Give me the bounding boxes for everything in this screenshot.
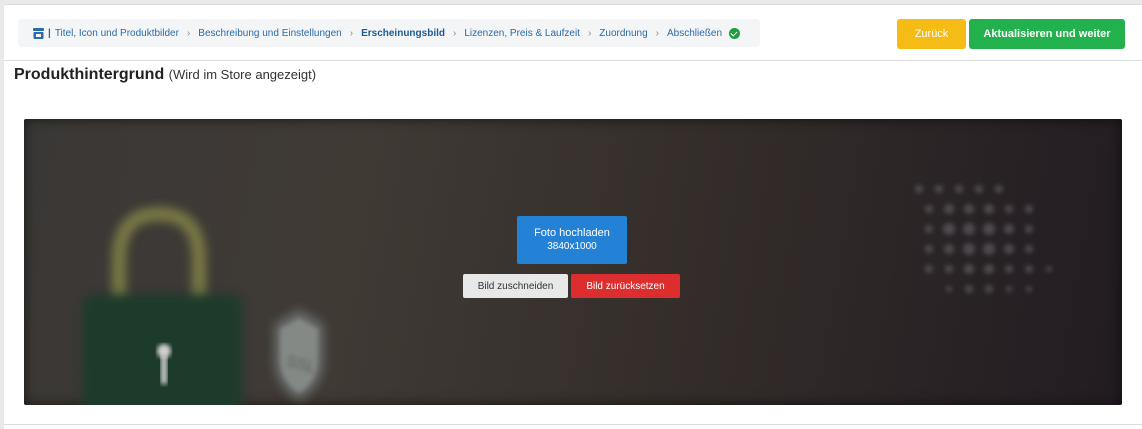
breadcrumb-item-abschliessen[interactable]: Abschließen [667,27,741,39]
breadcrumb-label: Zuordnung [599,27,648,39]
top-bar: | Titel, Icon und Produktbilder › Beschr… [4,5,1142,61]
product-background-preview: SSL Foto hochladen 3840x1000 Bild zuschn… [24,119,1122,405]
divider [4,424,1142,425]
breadcrumb-item-beschreibung[interactable]: Beschreibung und Einstellungen [198,28,341,39]
breadcrumb-label: Lizenzen, Preis & Laufzeit [464,27,580,39]
chevron-right-icon: › [186,27,191,39]
section-title-text: Produkthintergrund [14,66,165,83]
crop-image-button[interactable]: Bild zuschneiden [463,274,568,298]
update-and-continue-button[interactable]: Aktualisieren und weiter [969,19,1125,49]
reset-image-button[interactable]: Bild zurücksetzen [571,274,680,298]
breadcrumb-item-lizenzen[interactable]: Lizenzen, Preis & Laufzeit [464,28,580,39]
page-frame: | Titel, Icon und Produktbilder › Beschr… [4,4,1142,429]
breadcrumb-label: Beschreibung und Einstellungen [198,27,342,39]
breadcrumb-label: Titel, Icon und Produktbilder [54,27,179,39]
section-title: Produkthintergrund (Wird im Store angeze… [14,66,316,84]
upload-photo-button[interactable]: Foto hochladen 3840x1000 [517,216,627,264]
chevron-right-icon: › [452,27,457,39]
chevron-right-icon: › [349,27,354,39]
breadcrumb-item-erscheinungsbild[interactable]: Erscheinungsbild [361,28,445,39]
breadcrumb-divider: | [48,27,51,39]
section-subtitle: (Wird im Store angezeigt) [168,67,317,82]
store-icon [33,27,44,39]
breadcrumb-label: Abschließen [667,27,723,39]
breadcrumb-label: Erscheinungsbild [361,27,445,39]
breadcrumb-item-zuordnung[interactable]: Zuordnung [599,28,647,39]
back-button[interactable]: Zurück [897,19,966,49]
check-circle-icon [729,27,741,39]
upload-dimensions: 3840x1000 [547,241,597,252]
breadcrumb-item-titel[interactable]: | Titel, Icon und Produktbilder [32,27,179,39]
breadcrumb: | Titel, Icon und Produktbilder › Beschr… [18,19,760,47]
chevron-right-icon: › [655,27,660,39]
chevron-right-icon: › [587,27,592,39]
upload-photo-label: Foto hochladen [534,227,610,239]
